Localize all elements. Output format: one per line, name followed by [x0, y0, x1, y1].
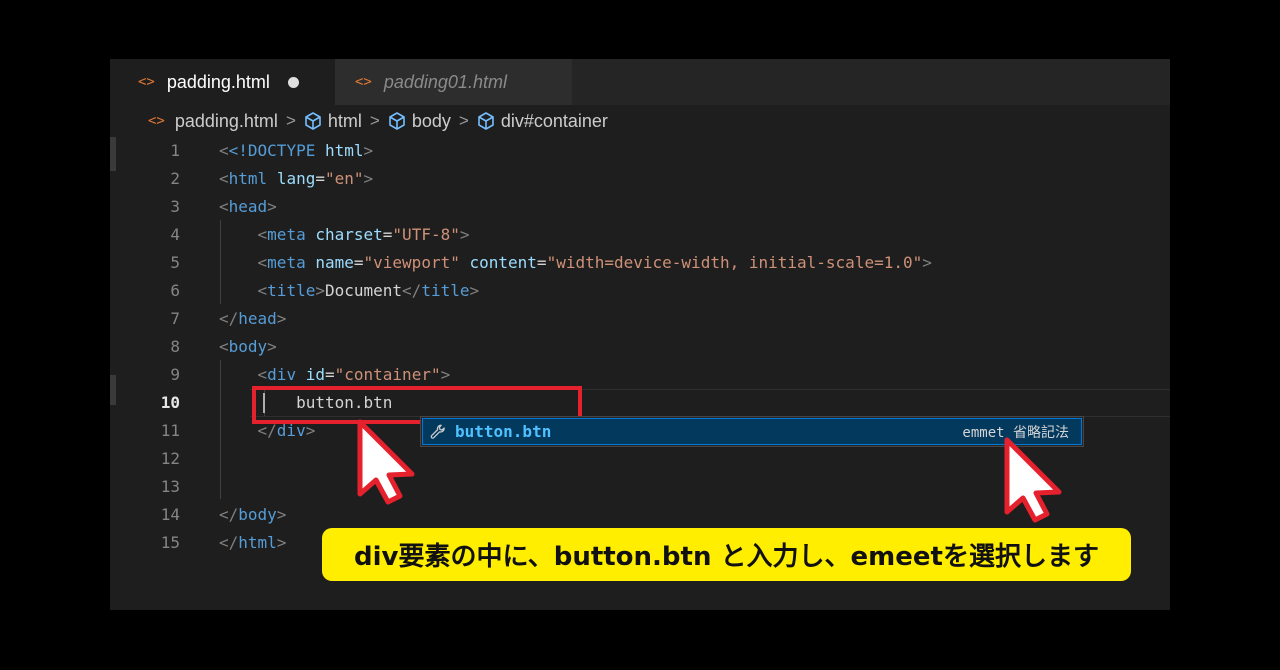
unsaved-dot-icon[interactable] — [287, 76, 299, 88]
line-number: 7 — [170, 309, 180, 328]
code-text: <meta charset="UTF-8"> — [257, 225, 470, 244]
code-line: 6 <title>Document</title> — [110, 277, 1170, 305]
code-text: </html> — [219, 533, 287, 552]
cube-icon — [389, 112, 405, 130]
code-line: 5 <meta name="viewport" content="width=d… — [110, 249, 1170, 277]
line-number: 10 — [160, 393, 180, 412]
suggestion-widget: button.btn emmet 省略記法 — [420, 416, 1084, 447]
line-number: 14 — [160, 505, 180, 524]
tab-label: padding01.html — [383, 71, 507, 92]
code-text: <title>Document</title> — [257, 281, 480, 300]
tab-padding01-html[interactable]: <> padding01.html — [335, 59, 572, 105]
line-number: 15 — [160, 533, 180, 552]
code-line: 1 <<!DOCTYPE html> — [110, 137, 1170, 165]
breadcrumb-item-html[interactable]: html — [328, 111, 362, 132]
line-number: 9 — [170, 365, 180, 384]
cube-icon — [478, 112, 494, 130]
code-text: </body> — [219, 505, 287, 524]
line-number: 3 — [170, 197, 180, 216]
code-brackets-icon: <> — [355, 74, 372, 90]
code-line: 9 <div id="container"> — [110, 361, 1170, 389]
arrow-pointer-icon — [1004, 437, 1062, 523]
chevron-right-icon: > — [285, 111, 296, 130]
breadcrumb-file[interactable]: padding.html — [175, 111, 278, 132]
tab-label: padding.html — [166, 71, 270, 92]
line-number: 8 — [170, 337, 180, 356]
wrench-icon — [430, 424, 445, 439]
breadcrumb-item-body[interactable]: body — [412, 111, 451, 132]
breadcrumb-item-div-container[interactable]: div#container — [501, 111, 608, 132]
cube-icon — [305, 112, 321, 130]
line-number: 12 — [160, 449, 180, 468]
line-number: 1 — [170, 141, 180, 160]
code-text: <body> — [219, 337, 277, 356]
suggestion-item[interactable]: button.btn emmet 省略記法 — [422, 418, 1082, 445]
tab-bar: <> padding.html <> padding01.html — [110, 59, 1170, 105]
code-text: <div id="container"> — [257, 365, 451, 384]
line-number: 2 — [170, 169, 180, 188]
suggestion-label: button.btn — [455, 422, 552, 441]
code-brackets-icon: <> — [138, 74, 155, 90]
code-text: <html lang="en"> — [219, 169, 374, 188]
chevron-right-icon: > — [458, 111, 469, 130]
instruction-caption: div要素の中に、button.btn と入力し、emeetを選択します — [322, 528, 1131, 581]
breadcrumb: <> padding.html > html > body > div#cont… — [148, 109, 608, 133]
arrow-pointer-icon — [357, 419, 415, 505]
line-number: 5 — [170, 253, 180, 272]
line-number: 13 — [160, 477, 180, 496]
chevron-right-icon: > — [369, 111, 380, 130]
code-line: 8 <body> — [110, 333, 1170, 361]
line-number: 4 — [170, 225, 180, 244]
code-line: 2 <html lang="en"> — [110, 165, 1170, 193]
code-line: 4 <meta charset="UTF-8"> — [110, 221, 1170, 249]
tab-padding-html[interactable]: <> padding.html — [110, 59, 335, 105]
code-text: <head> — [219, 197, 277, 216]
code-brackets-icon: <> — [148, 113, 165, 129]
line-number: 11 — [160, 421, 180, 440]
code-line: 7 </head> — [110, 305, 1170, 333]
code-text: </head> — [219, 309, 287, 328]
code-line: 3 <head> — [110, 193, 1170, 221]
code-text: <meta name="viewport" content="width=dev… — [257, 253, 932, 272]
code-text: <<!DOCTYPE html> — [219, 141, 374, 160]
line-number: 6 — [170, 281, 180, 300]
